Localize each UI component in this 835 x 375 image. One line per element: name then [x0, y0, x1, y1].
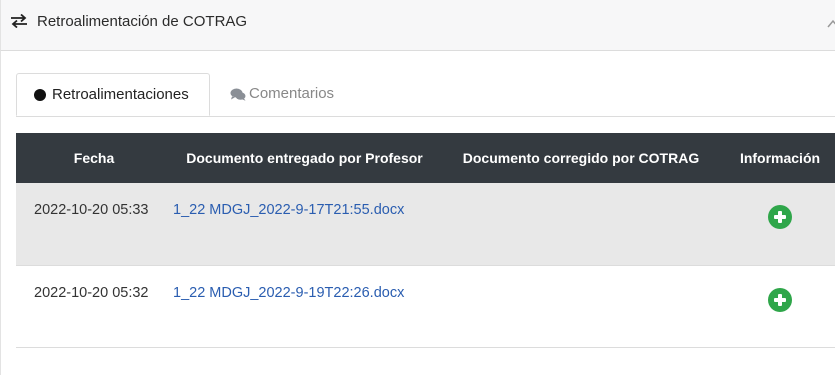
plus-circle-icon[interactable]: [768, 288, 792, 312]
documento-cotrag-cell: [437, 265, 725, 348]
documento-profesor-cell: 1_22 MDGJ_2022-9-17T21:55.docx: [172, 183, 437, 266]
fecha-cell: 2022-10-20 05:33: [16, 183, 172, 266]
fecha-cell: 2022-10-20 05:32: [16, 265, 172, 348]
table-row: 2022-10-20 05:32 1_22 MDGJ_2022-9-19T22:…: [16, 265, 835, 348]
chevron-up-icon[interactable]: [827, 18, 835, 30]
tab-label: Retroalimentaciones: [52, 86, 189, 103]
table-header-row: Fecha Documento entregado por Profesor D…: [16, 133, 835, 183]
swap-arrows-icon: [11, 14, 27, 28]
panel-title: Retroalimentación de COTRAG: [37, 13, 248, 30]
informacion-cell: [725, 265, 835, 348]
tab-label: Comentarios: [249, 85, 335, 102]
panel-header: Retroalimentación de COTRAG: [0, 0, 835, 51]
column-header-informacion[interactable]: Información: [725, 133, 835, 183]
tab-retroalimentaciones[interactable]: Retroalimentaciones: [16, 73, 210, 116]
column-header-documento-cotrag[interactable]: Documento corregido por COTRAG: [437, 133, 725, 183]
plus-circle-icon[interactable]: [768, 205, 792, 229]
documento-profesor-link[interactable]: 1_22 MDGJ_2022-9-17T21:55.docx: [173, 202, 404, 218]
column-header-fecha[interactable]: Fecha: [16, 133, 172, 183]
tab-comentarios[interactable]: Comentarios: [230, 73, 370, 115]
circle-icon: [34, 89, 46, 101]
informacion-cell: [725, 183, 835, 266]
documento-profesor-cell: 1_22 MDGJ_2022-9-19T22:26.docx: [172, 265, 437, 348]
column-header-documento-profesor[interactable]: Documento entregado por Profesor: [172, 133, 437, 183]
table-row: 2022-10-20 05:33 1_22 MDGJ_2022-9-17T21:…: [16, 183, 835, 266]
tab-bar: Retroalimentaciones Comentarios: [16, 73, 835, 117]
documento-profesor-link[interactable]: 1_22 MDGJ_2022-9-19T22:26.docx: [173, 285, 404, 301]
comments-icon: [230, 88, 246, 101]
documento-cotrag-cell: [437, 183, 725, 266]
feedback-table: Fecha Documento entregado por Profesor D…: [16, 133, 835, 348]
